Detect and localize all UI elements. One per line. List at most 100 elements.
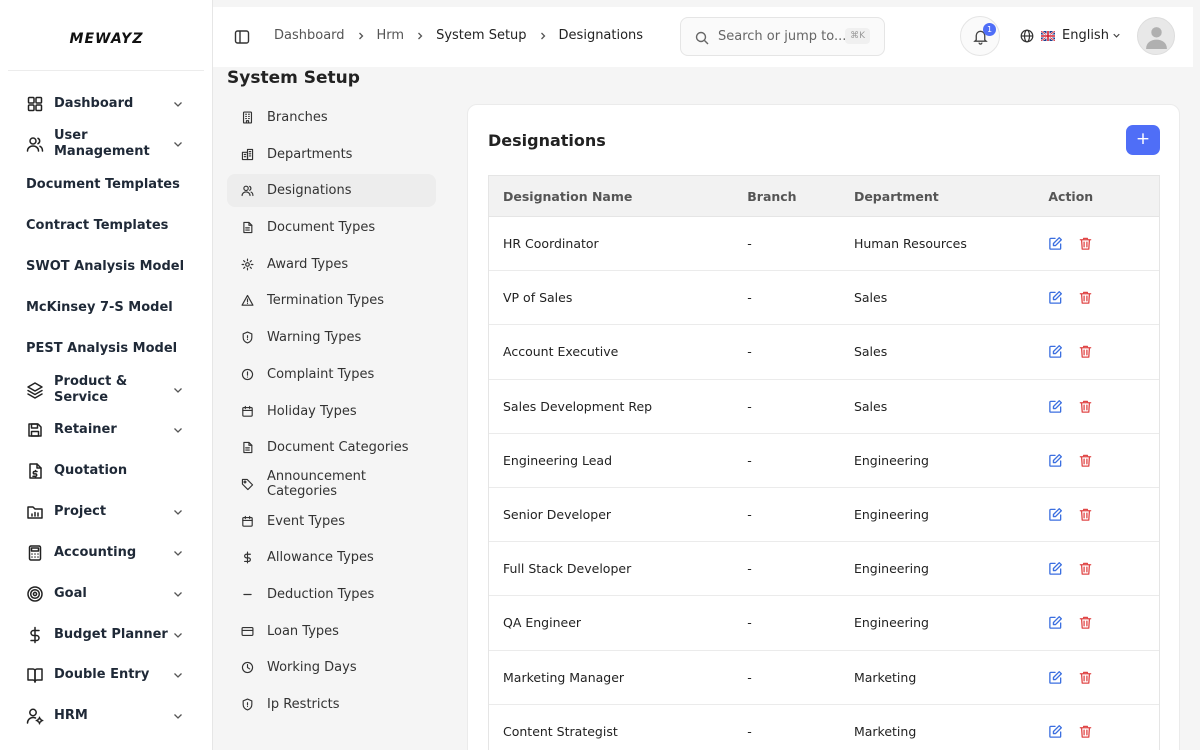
building-icon	[242, 111, 253, 124]
setup-menu-item-award-types[interactable]: Award Types	[227, 248, 436, 281]
setup-menu-item-termination-types[interactable]: Termination Types	[227, 284, 436, 317]
delete-icon[interactable]	[1078, 344, 1093, 359]
column-header-department[interactable]: Department	[840, 189, 1034, 204]
edit-icon[interactable]	[1048, 507, 1063, 522]
setup-menu-item-document-types[interactable]: Document Types	[227, 211, 436, 244]
edit-icon[interactable]	[1048, 236, 1063, 251]
chevron-down-icon[interactable]	[171, 383, 185, 397]
column-header-designation[interactable]: Designation Name	[489, 189, 733, 204]
breadcrumb-item-system-setup[interactable]: System Setup	[436, 28, 526, 43]
table-row: Marketing Manager - Marketing	[489, 651, 1159, 705]
chevron-down-icon[interactable]	[171, 628, 185, 642]
setup-menu-item-event-types[interactable]: Event Types	[227, 505, 436, 538]
setup-menu-item-label: Ip Restricts	[267, 697, 340, 712]
edit-icon[interactable]	[1048, 399, 1063, 414]
sidebar-item-contract-templates[interactable]: Contract Templates	[0, 208, 213, 244]
notifications-button[interactable]: 1	[960, 16, 1000, 56]
sidebar-item-dashboard[interactable]: Dashboard	[0, 86, 213, 122]
delete-icon[interactable]	[1078, 507, 1093, 522]
setup-menu: Branches Departments Designations Document …	[227, 101, 436, 725]
chevron-down-icon[interactable]	[171, 709, 185, 723]
search-box[interactable]: Search or jump to... ⌘K	[680, 17, 885, 56]
sidebar-toggle-icon[interactable]	[234, 29, 250, 45]
sidebar-item-swot-analysis-model[interactable]: SWOT Analysis Model	[0, 249, 213, 285]
user-avatar[interactable]	[1137, 17, 1175, 55]
setup-menu-item-label: Deduction Types	[267, 586, 375, 602]
chevron-right-icon	[358, 32, 363, 39]
setup-menu-item-allowance-types[interactable]: Allowance Types	[227, 541, 436, 574]
sidebar-item-product-and-service[interactable]: Product & Service	[0, 372, 213, 408]
sidebar-item-double-entry[interactable]: Double Entry	[0, 657, 213, 693]
edit-icon[interactable]	[1048, 615, 1063, 630]
sidebar-item-retainer[interactable]: Retainer	[0, 412, 213, 448]
chevron-down-icon[interactable]	[171, 97, 185, 111]
breadcrumb-item-hrm[interactable]: Hrm	[377, 28, 405, 43]
setup-menu-item-designations[interactable]: Designations	[227, 174, 436, 208]
edit-icon[interactable]	[1048, 561, 1063, 576]
cell-branch: -	[747, 669, 752, 685]
sidebar-item-document-templates[interactable]: Document Templates	[0, 167, 213, 203]
app-logo[interactable]: MEWAYZ	[0, 31, 213, 47]
sidebar-item-label: Product & Service	[54, 374, 128, 405]
edit-icon[interactable]	[1048, 290, 1063, 305]
setup-menu-item-loan-types[interactable]: Loan Types	[227, 615, 436, 648]
cell-branch: -	[747, 344, 752, 360]
delete-icon[interactable]	[1078, 236, 1093, 251]
setup-menu-item-holiday-types[interactable]: Holiday Types	[227, 395, 436, 428]
delete-icon[interactable]	[1078, 290, 1093, 305]
edit-icon[interactable]	[1048, 344, 1063, 359]
sidebar-item-pest-analysis-model[interactable]: PEST Analysis Model	[0, 331, 213, 367]
delete-icon[interactable]	[1078, 399, 1093, 414]
table-row: Engineering Lead - Engineering	[489, 434, 1159, 488]
sidebar-item-hrm[interactable]: HRM	[0, 698, 213, 734]
delete-icon[interactable]	[1078, 670, 1093, 685]
sidebar-item-project[interactable]: Project	[0, 494, 213, 530]
setup-menu-item-branches[interactable]: Branches	[227, 101, 436, 134]
breadcrumb-item-designations: Designations	[558, 28, 644, 43]
cell-department: Marketing	[853, 669, 917, 685]
edit-icon[interactable]	[1048, 453, 1063, 468]
setup-menu-item-ip-restricts[interactable]: Ip Restricts	[227, 688, 436, 721]
cell-department: Sales	[853, 344, 888, 360]
chevron-down-icon[interactable]	[171, 668, 185, 682]
sidebar-item-label: Quotation	[54, 463, 128, 478]
chevron-down-icon[interactable]	[171, 546, 185, 560]
column-header-branch[interactable]: Branch	[733, 189, 840, 204]
sidebar-item-quotation[interactable]: Quotation	[0, 453, 213, 489]
sidebar-item-goal[interactable]: Goal	[0, 576, 213, 612]
cell-actions	[1034, 561, 1159, 576]
add-designation-button[interactable]: +	[1126, 125, 1160, 155]
setup-menu-item-announcement-categories[interactable]: Announcement Categories	[227, 468, 436, 501]
sidebar-item-label: Goal	[54, 586, 87, 601]
delete-icon[interactable]	[1078, 561, 1093, 576]
sidebar-item-budget-planner[interactable]: Budget Planner	[0, 617, 213, 653]
chevron-down-icon[interactable]	[171, 137, 185, 151]
delete-icon[interactable]	[1078, 724, 1093, 739]
sidebar-item-mckinsey-7-s-model[interactable]: McKinsey 7-S Model	[0, 290, 213, 326]
chevron-down-icon[interactable]	[171, 587, 185, 601]
table-header: Designation Name Branch Department Actio…	[489, 176, 1159, 217]
sidebar-item-label: HRM	[54, 708, 88, 723]
delete-icon[interactable]	[1078, 453, 1093, 468]
chevron-down-icon[interactable]	[171, 505, 185, 519]
delete-icon[interactable]	[1078, 615, 1093, 630]
cell-actions	[1034, 453, 1159, 468]
language-selector[interactable]: English	[1020, 28, 1122, 43]
sidebar-item-user-management[interactable]: User Management	[0, 126, 213, 162]
user-cog-icon	[26, 708, 44, 725]
sidebar-item-accounting[interactable]: Accounting	[0, 535, 213, 571]
folder-chart-icon	[27, 506, 43, 519]
setup-menu-item-complaint-types[interactable]: Complaint Types	[227, 358, 436, 391]
setup-menu-item-warning-types[interactable]: Warning Types	[227, 321, 436, 354]
chevron-down-icon[interactable]	[171, 423, 185, 437]
breadcrumb-item-dashboard[interactable]: Dashboard	[274, 28, 345, 43]
sidebar-item-label: Double Entry	[54, 667, 150, 682]
setup-menu-item-working-days[interactable]: Working Days	[227, 651, 436, 684]
edit-icon[interactable]	[1048, 724, 1063, 739]
edit-icon[interactable]	[1048, 670, 1063, 685]
setup-menu-item-deduction-types[interactable]: Deduction Types	[227, 578, 436, 611]
setup-menu-item-departments[interactable]: Departments	[227, 138, 436, 171]
sidebar-item-label: McKinsey 7-S Model	[26, 300, 173, 315]
shield-icon	[242, 698, 253, 711]
setup-menu-item-document-categories[interactable]: Document Categories	[227, 431, 436, 464]
